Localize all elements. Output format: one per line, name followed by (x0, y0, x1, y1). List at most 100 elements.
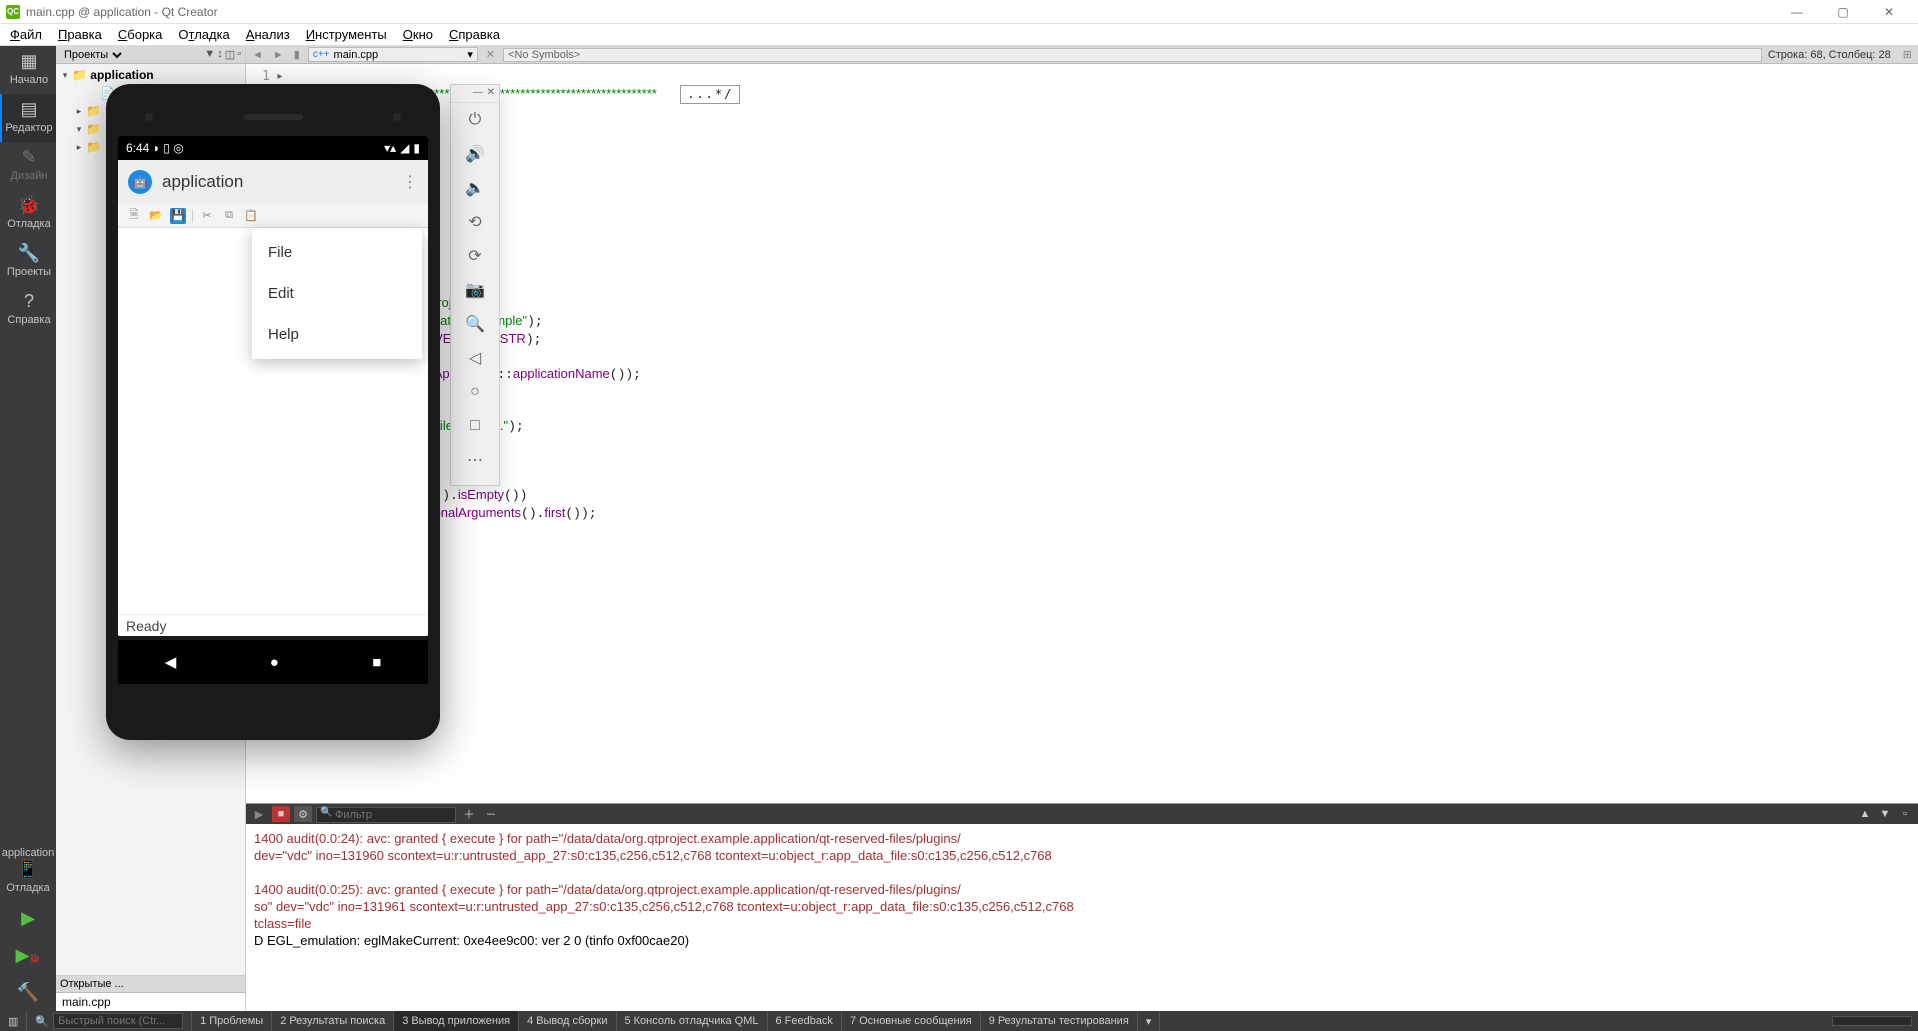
close-pane-icon[interactable]: ▫ (237, 48, 241, 61)
close-button[interactable]: ✕ (1866, 0, 1912, 24)
nav-fwd-icon[interactable]: ► (271, 49, 286, 61)
status-tab[interactable]: 3 Вывод приложения (394, 1011, 519, 1031)
emulator-close-icon[interactable]: ✕ (487, 87, 495, 100)
cut-icon[interactable]: ✂ (199, 208, 215, 224)
app-title: application (162, 172, 243, 192)
more-icon[interactable]: ⋯ (460, 443, 490, 477)
split-icon[interactable]: ◫ (225, 48, 235, 61)
menu-help[interactable]: Справка (441, 25, 508, 44)
cursor-position: Строка: 68, Столбец: 28 (1768, 49, 1895, 61)
output-stop-icon[interactable]: ■ (272, 806, 290, 822)
output-settings-icon[interactable]: ⚙ (294, 806, 312, 822)
app-body[interactable]: File Edit Help (118, 228, 428, 614)
status-tab[interactable]: 6 Feedback (768, 1011, 842, 1031)
status-tab[interactable]: 7 Основные сообщения (842, 1011, 981, 1031)
new-file-icon[interactable]: 🗎 (126, 208, 142, 224)
window-title: main.cpp @ application - Qt Creator (26, 5, 218, 19)
menu-tools[interactable]: Инструменты (298, 25, 395, 44)
zoom-icon[interactable]: 🔍 (460, 307, 490, 341)
volume-down-icon[interactable]: 🔈 (460, 171, 490, 205)
title-bar: QC main.cpp @ application - Qt Creator —… (0, 0, 1918, 24)
nav-back-icon[interactable]: ◄ (250, 49, 265, 61)
output-close-icon[interactable]: ▫ (1896, 806, 1914, 822)
output-remove-icon[interactable]: － (482, 806, 500, 822)
app-title-bar: 🤖 application ⋮ (118, 160, 428, 204)
quick-search-input[interactable] (53, 1013, 183, 1029)
battery-icon: ▮ (413, 141, 420, 155)
home-circle-icon[interactable]: ○ (460, 375, 490, 409)
rotate-left-icon[interactable]: ⟲ (460, 205, 490, 239)
sync-icon[interactable]: ↕ (217, 48, 223, 61)
overview-square-icon[interactable]: □ (460, 409, 490, 443)
emulator-minimize-icon[interactable]: — (473, 87, 483, 100)
android-navbar: ◀ ● ■ (118, 640, 428, 684)
open-documents: Открытые ... main.cpp (56, 975, 245, 1011)
open-file-icon[interactable]: 📂 (148, 208, 164, 224)
save-icon[interactable]: 💾 (170, 208, 186, 224)
screenshot-icon[interactable]: 📷 (460, 273, 490, 307)
run-debug-button[interactable]: ▶🐞 (0, 937, 56, 974)
kit-selector[interactable]: application📱Отладка (0, 841, 56, 900)
status-tab[interactable]: 1 Проблемы (192, 1011, 272, 1031)
menu-analyze[interactable]: Анализ (238, 25, 298, 44)
output-run-icon[interactable]: ▶ (250, 806, 268, 822)
status-tab[interactable]: 2 Результаты поиска (272, 1011, 394, 1031)
paste-icon[interactable]: 📋 (243, 208, 259, 224)
rotate-right-icon[interactable]: ⟳ (460, 239, 490, 273)
signal-icon: ◢ (400, 141, 409, 155)
mode-help[interactable]: ?Справка (0, 286, 56, 334)
menu-file[interactable]: Файл (2, 25, 50, 44)
overflow-menu-icon[interactable]: ⋮ (402, 172, 418, 192)
android-emulator: 6:44 ◗ ▯ ◎ ▾▴ ◢ ▮ 🤖 application ⋮ 🗎 📂 💾 (106, 84, 500, 740)
speaker-icon (243, 114, 303, 120)
status-more-icon[interactable]: ▾ (1138, 1011, 1161, 1031)
editor-toolbar: ◄ ► ▮ c++main.cpp▾ ✕ <No Symbols> Строка… (246, 46, 1918, 64)
close-file-icon[interactable]: ✕ (484, 48, 497, 61)
bookmark-icon[interactable]: ▮ (292, 48, 302, 61)
status-tab[interactable]: 5 Консоль отладчика QML (617, 1011, 768, 1031)
status-toggle-left[interactable]: ▥ (0, 1011, 27, 1031)
mode-projects[interactable]: 🔧Проекты (0, 238, 56, 286)
menu-debug[interactable]: Отладка (170, 25, 237, 44)
camera-icon (393, 113, 401, 121)
back-triangle-icon[interactable]: ◁ (460, 341, 490, 375)
status-tab[interactable]: 4 Вывод сборки (519, 1011, 616, 1031)
maximize-button[interactable]: ▢ (1820, 0, 1866, 24)
projects-selector[interactable]: Проекты (60, 48, 125, 62)
menu-item-file[interactable]: File (252, 232, 422, 273)
mode-debug[interactable]: 🐞Отладка (0, 190, 56, 238)
nav-recent-icon[interactable]: ■ (372, 654, 381, 671)
output-up-icon[interactable]: ▲ (1856, 806, 1874, 822)
status-tab[interactable]: 9 Результаты тестирования (981, 1011, 1138, 1031)
menu-window[interactable]: Окно (395, 25, 441, 44)
build-button[interactable]: 🔨 (0, 974, 56, 1011)
menu-build[interactable]: Сборка (110, 25, 171, 44)
power-icon[interactable]: ⏻ (460, 103, 490, 137)
open-doc-item[interactable]: main.cpp (56, 993, 245, 1011)
output-text[interactable]: 1400 audit(0.0:24): avc: granted { execu… (246, 824, 1918, 1011)
open-docs-header: Открытые ... (56, 976, 245, 993)
output-add-icon[interactable]: ＋ (460, 806, 478, 822)
nav-home-icon[interactable]: ● (270, 654, 279, 671)
symbol-selector[interactable]: <No Symbols> (503, 48, 1762, 62)
mode-edit[interactable]: ▤Редактор (0, 94, 56, 142)
menu-item-edit[interactable]: Edit (252, 273, 422, 314)
output-filter-input[interactable] (316, 807, 456, 823)
menu-item-help[interactable]: Help (252, 314, 422, 355)
file-selector[interactable]: c++main.cpp▾ (308, 47, 478, 62)
volume-up-icon[interactable]: 🔊 (460, 137, 490, 171)
fold-marker[interactable]: ...*/ (680, 85, 740, 104)
minimize-button[interactable]: — (1774, 0, 1820, 24)
menu-edit[interactable]: Правка (50, 25, 110, 44)
qtcreator-icon: QC (6, 5, 20, 19)
emulator-screen[interactable]: 6:44 ◗ ▯ ◎ ▾▴ ◢ ▮ 🤖 application ⋮ 🗎 📂 💾 (118, 136, 428, 636)
output-down-icon[interactable]: ▼ (1876, 806, 1894, 822)
status-bar: ▥ 🔍 1 Проблемы2 Результаты поиска3 Вывод… (0, 1011, 1918, 1031)
app-status-label: Ready (118, 614, 428, 636)
split-editor-icon[interactable]: ⊞ (1901, 48, 1914, 61)
copy-icon[interactable]: ⧉ (221, 208, 237, 224)
run-button[interactable]: ▶ (0, 900, 56, 937)
mode-welcome[interactable]: ▦Начало (0, 46, 56, 94)
nav-back-triangle-icon[interactable]: ◀ (165, 653, 177, 671)
filter-icon[interactable]: ▼ (204, 48, 215, 61)
